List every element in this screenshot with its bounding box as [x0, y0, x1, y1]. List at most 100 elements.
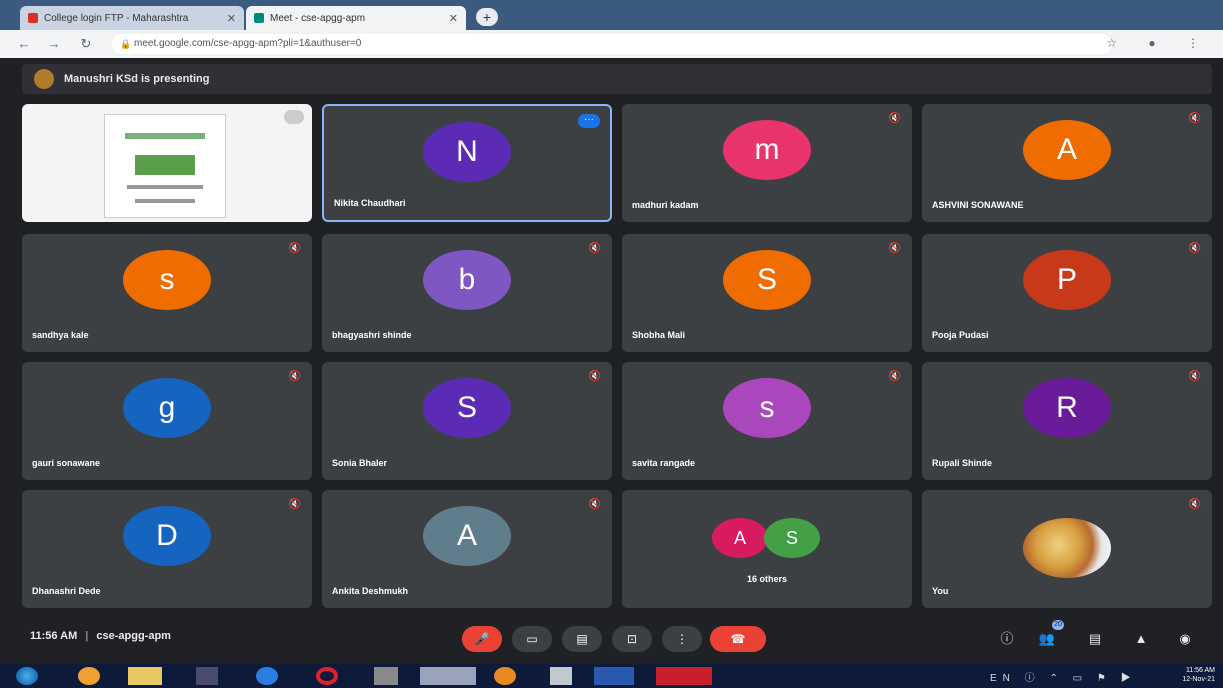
meet-favicon-icon — [254, 13, 264, 23]
participant-tile[interactable]: R 🔇 Rupali Shinde — [922, 362, 1212, 480]
tab-college-login[interactable]: College login FTP - Maharashtra ✕ — [20, 6, 244, 30]
opera-icon[interactable] — [316, 667, 338, 685]
others-count: 16 others — [746, 574, 788, 584]
avatar: s — [123, 250, 211, 310]
mic-off-icon: 🔇 — [1188, 113, 1202, 124]
extension-icons[interactable]: ☆ ● ⋮ — [1106, 36, 1213, 50]
mic-off-icon: 🔇 — [888, 113, 902, 124]
participant-tile[interactable]: A 🔇 Ankita Deshmukh — [322, 490, 612, 608]
pin-icon[interactable] — [284, 110, 304, 124]
activities-icon[interactable]: ▲ — [1130, 628, 1152, 650]
avatar: s — [723, 378, 811, 438]
mic-toggle-button[interactable]: 🎤 — [462, 626, 502, 652]
participant-tile[interactable]: s 🔇 savita rangade — [622, 362, 912, 480]
close-tab-icon[interactable]: ✕ — [449, 12, 458, 25]
participant-tile[interactable]: b 🔇 bhagyashri shinde — [322, 234, 612, 352]
participant-name: bhagyashri shinde — [332, 330, 412, 340]
participant-name: Dhanashri Dede — [32, 586, 101, 596]
browser-tab-bar: College login FTP - Maharashtra ✕ Meet -… — [0, 0, 1223, 30]
firefox-icon[interactable] — [494, 667, 516, 685]
captions-button[interactable]: ▤ — [562, 626, 602, 652]
participant-name: savita rangade — [632, 458, 696, 468]
shared-document-thumbnail — [104, 114, 226, 218]
address-bar-row: ← → ↻ 🔒 meet.google.com/cse-apgg-apm?pli… — [0, 30, 1223, 58]
app-icon[interactable] — [550, 667, 572, 685]
tab-label: Meet - cse-apgg-apm — [270, 12, 366, 24]
avatar: S — [723, 250, 811, 310]
acrobat-icon[interactable] — [656, 667, 712, 685]
url-input[interactable]: 🔒 meet.google.com/cse-apgg-apm?pli=1&aut… — [112, 34, 1112, 54]
app-icon[interactable] — [196, 667, 218, 685]
internet-explorer-icon[interactable] — [256, 667, 278, 685]
start-button-icon[interactable] — [16, 667, 38, 685]
meeting-details-icon[interactable]: ⓘ — [996, 628, 1018, 650]
participant-tile[interactable]: g 🔇 gauri sonawane — [22, 362, 312, 480]
mic-off-icon: 🔇 — [288, 371, 302, 382]
participant-tile[interactable]: m 🔇 madhuri kadam — [622, 104, 912, 222]
people-icon[interactable]: 👥 — [1036, 628, 1058, 650]
media-player-icon[interactable] — [78, 667, 100, 685]
participant-name: You — [932, 586, 949, 596]
avatar: A — [423, 506, 511, 566]
more-options-icon[interactable]: ··· — [578, 114, 600, 128]
self-tile[interactable]: 🔇 You — [922, 490, 1212, 608]
mic-off-icon: 🔇 — [1188, 371, 1202, 382]
participant-name: Rupali Shinde — [932, 458, 993, 468]
end-call-button[interactable]: ☎ — [710, 626, 766, 652]
participant-tile[interactable]: P 🔇 Pooja Pudasi — [922, 234, 1212, 352]
participant-name: Nikita Chaudhari — [334, 198, 406, 208]
participant-tile[interactable]: S 🔇 Sonia Bhaler — [322, 362, 612, 480]
clock-time: 11:56 AM — [1185, 667, 1215, 674]
participant-tile[interactable]: s 🔇 sandhya kale — [22, 234, 312, 352]
present-now-button[interactable]: ⊡ — [612, 626, 652, 652]
avatar: P — [1023, 250, 1111, 310]
chat-icon[interactable]: ▤ — [1084, 628, 1106, 650]
taskbar-clock[interactable]: 11:56 AM 12-Nov-21 — [1182, 666, 1215, 684]
word-icon[interactable] — [594, 667, 634, 685]
avatar: b — [423, 250, 511, 310]
reload-icon[interactable]: ↻ — [78, 36, 94, 52]
others-tile[interactable]: A S 16 others — [622, 490, 912, 608]
people-count-badge: 20 — [1052, 620, 1064, 630]
tab-favicon-icon — [28, 13, 38, 23]
participant-tile[interactable]: D 🔇 Dhanashri Dede — [22, 490, 312, 608]
lock-icon: 🔒 — [120, 39, 132, 49]
back-icon[interactable]: ← — [16, 36, 32, 51]
mic-off-icon: 🔇 — [1188, 243, 1202, 254]
presenting-banner: Manushri KSd is presenting — [22, 64, 1212, 94]
mic-off-icon: 🔇 — [588, 499, 602, 510]
presenter-avatar — [34, 69, 54, 89]
participant-name: Pooja Pudasi — [932, 330, 989, 340]
participant-name: Sonia Bhaler — [332, 458, 388, 468]
avatar: A — [1023, 120, 1111, 180]
avatar: S — [423, 378, 511, 438]
chrome-task-icon[interactable] — [420, 667, 476, 685]
url-text: meet.google.com/cse-apgg-apm?pli=1&authu… — [134, 38, 362, 49]
new-tab-button[interactable]: + — [476, 8, 498, 26]
mic-off-icon: 🔇 — [1188, 499, 1202, 510]
forward-icon[interactable]: → — [46, 36, 62, 51]
avatar: N — [423, 122, 511, 182]
screen-share-tile[interactable] — [22, 104, 312, 222]
app-icon[interactable] — [374, 667, 398, 685]
participant-tile[interactable]: S 🔇 Shobha Mali — [622, 234, 912, 352]
participant-name: Shobha Mali — [632, 330, 686, 340]
close-tab-icon[interactable]: ✕ — [227, 12, 236, 25]
tab-label: College login FTP - Maharashtra — [44, 12, 189, 24]
participant-name: sandhya kale — [32, 330, 89, 340]
camera-toggle-button[interactable]: ▭ — [512, 626, 552, 652]
system-tray-icons[interactable]: EN ⓘ ⌃ ▭ ⚑ ▶ — [990, 669, 1137, 684]
participant-name: Ankita Deshmukh — [332, 586, 409, 596]
clock-date: 12-Nov-21 — [1182, 676, 1215, 683]
tab-meet[interactable]: Meet - cse-apgg-apm ✕ — [246, 6, 466, 30]
mic-off-icon: 🔇 — [888, 243, 902, 254]
avatar: S — [764, 518, 820, 558]
more-options-button[interactable]: ⋮ — [662, 626, 702, 652]
participant-name: ASHVINI SONAWANE — [932, 200, 1024, 210]
host-controls-icon[interactable]: ◉ — [1174, 628, 1196, 650]
file-explorer-icon[interactable] — [128, 667, 162, 685]
participant-tile[interactable]: N ··· Nikita Chaudhari — [322, 104, 612, 222]
participant-tile[interactable]: A 🔇 ASHVINI SONAWANE — [922, 104, 1212, 222]
avatar: A — [712, 518, 768, 558]
mic-off-icon: 🔇 — [288, 243, 302, 254]
